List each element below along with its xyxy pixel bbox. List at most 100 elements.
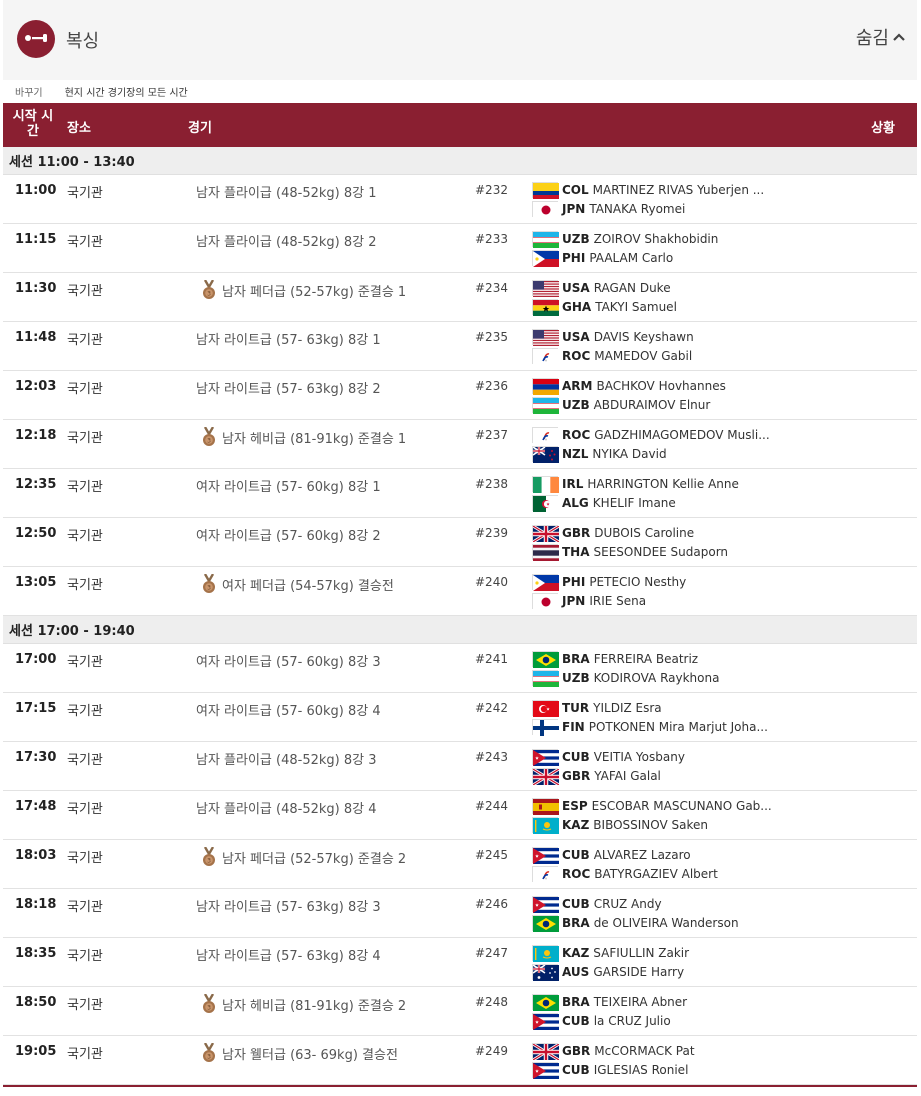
competitor[interactable]: UZB ZOIROV Shakhobidin: [532, 230, 782, 248]
competitor[interactable]: TUR YILDIZ Esra: [532, 699, 782, 717]
match-event: 3 여자 페더급 (54-57kg) 결승전: [196, 573, 394, 594]
table-row[interactable]: 12:18 국기관 3 남자 헤비급 (81-91kg) 준결승 1 #237 ROC GA…: [3, 420, 917, 469]
table-row[interactable]: 11:00 국기관 남자 플라이급 (48-52kg) 8강 1 #232 COL MAR…: [3, 175, 917, 224]
athlete-name: MAMEDOV Gabil: [594, 349, 693, 363]
athlete-name: PAALAM Carlo: [589, 251, 674, 265]
table-row[interactable]: 18:35 국기관 남자 라이트급 (57- 63kg) 8강 4 #247 KAZ SA…: [3, 938, 917, 987]
competitor[interactable]: GBR McCORMACK Pat: [532, 1042, 782, 1060]
country-code: IRL: [562, 477, 584, 491]
competitor[interactable]: BRA FERREIRA Beatriz: [532, 650, 782, 668]
table-row[interactable]: 11:48 국기관 남자 라이트급 (57- 63kg) 8강 1 #235 USA DA…: [3, 322, 917, 371]
competitor[interactable]: ALG KHELIF Imane: [532, 494, 782, 512]
table-row[interactable]: 12:03 국기관 남자 라이트급 (57- 63kg) 8강 2 #236 ARM BA…: [3, 371, 917, 420]
competitor[interactable]: KAZ BIBOSSINOV Saken: [532, 816, 782, 834]
competitor[interactable]: THA SEESONDEE Sudaporn: [532, 543, 782, 561]
competitor[interactable]: ROC GADZHIMAGOMEDOV Musli...: [532, 426, 782, 444]
competitor[interactable]: ESP ESCOBAR MASCUNANO Gab...: [532, 797, 782, 815]
table-row[interactable]: 17:15 국기관 여자 라이트급 (57- 60kg) 8강 4 #242 TUR YI…: [3, 693, 917, 742]
event-label: 남자 웰터급 (63- 69kg) 결승전: [222, 1047, 398, 1063]
competitor[interactable]: FIN POTKONEN Mira Marjut Joha...: [532, 718, 782, 736]
competitor[interactable]: ARM BACHKOV Hovhannes: [532, 377, 782, 395]
athlete-name: la CRUZ Julio: [593, 1014, 671, 1028]
competitor[interactable]: ROC MAMEDOV Gabil: [532, 347, 782, 365]
athlete-name: DUBOIS Caroline: [594, 526, 695, 540]
table-row[interactable]: 18:18 국기관 남자 라이트급 (57- 63kg) 8강 3 #246 CUB CR…: [3, 889, 917, 938]
competitor[interactable]: COL MARTINEZ RIVAS Yuberjen ...: [532, 181, 782, 199]
competitor[interactable]: GBR YAFAI Galal: [532, 767, 782, 785]
table-row[interactable]: 12:35 국기관 여자 라이트급 (57- 60kg) 8강 1 #238 IRL HA…: [3, 469, 917, 518]
athlete-name: de OLIVEIRA Wanderson: [593, 916, 739, 930]
athlete-name: YILDIZ Esra: [593, 701, 662, 715]
match-time: 12:03: [15, 379, 57, 394]
country-code: GBR: [562, 526, 591, 540]
table-row[interactable]: 17:00 국기관 여자 라이트급 (57- 60kg) 8강 3 #241 BRA FE…: [3, 644, 917, 693]
table-row[interactable]: 18:50 국기관 3 남자 헤비급 (81-91kg) 준결승 2 #248 BRA TE…: [3, 987, 917, 1036]
event-label: 여자 라이트급 (57- 60kg) 8강 4: [196, 704, 381, 719]
match-time: 18:03: [15, 848, 57, 863]
irl-flag-icon: [532, 476, 559, 493]
match-number: #244: [475, 799, 508, 813]
competitor[interactable]: PHI PAALAM Carlo: [532, 249, 782, 267]
gha-flag-icon: [532, 299, 559, 316]
competitor[interactable]: USA DAVIS Keyshawn: [532, 328, 782, 346]
match-event: 3 남자 페더급 (52-57kg) 준결승 1: [196, 279, 406, 300]
table-row[interactable]: 17:30 국기관 남자 플라이급 (48-52kg) 8강 3 #243 CUB VEI…: [3, 742, 917, 791]
competitor[interactable]: IRL HARRINGTON Kellie Anne: [532, 475, 782, 493]
competitor[interactable]: AUS GARSIDE Harry: [532, 963, 782, 981]
roc-flag-icon: [532, 348, 559, 365]
match-number: #235: [475, 330, 508, 344]
match-venue: 국기관: [67, 382, 103, 397]
col-flag-icon: [532, 182, 559, 199]
athlete-name: KHELIF Imane: [592, 496, 676, 510]
table-row[interactable]: 12:50 국기관 여자 라이트급 (57- 60kg) 8강 2 #239 GBR DU…: [3, 518, 917, 567]
table-row[interactable]: 18:03 국기관 3 남자 페더급 (52-57kg) 준결승 2 #245 CUB AL…: [3, 840, 917, 889]
arm-flag-icon: [532, 378, 559, 395]
match-time: 19:05: [15, 1044, 57, 1059]
bra-flag-icon: [532, 994, 559, 1011]
country-code: FIN: [562, 720, 585, 734]
competitor[interactable]: CUB la CRUZ Julio: [532, 1012, 782, 1030]
event-label: 남자 플라이급 (48-52kg) 8강 4: [196, 802, 377, 817]
roc-flag-icon: [532, 866, 559, 883]
table-row[interactable]: 17:48 국기관 남자 플라이급 (48-52kg) 8강 4 #244 ESP ESC…: [3, 791, 917, 840]
competitor[interactable]: UZB ABDURAIMOV Elnur: [532, 396, 782, 414]
svg-text:3: 3: [207, 1054, 211, 1061]
competitor[interactable]: CUB ALVAREZ Lazaro: [532, 846, 782, 864]
usa-flag-icon: [532, 329, 559, 346]
timezone-change-link[interactable]: 바꾸기: [15, 84, 43, 99]
table-row[interactable]: 11:30 국기관 3 남자 페더급 (52-57kg) 준결승 1 #234 USA RA…: [3, 273, 917, 322]
match-venue: 국기관: [67, 529, 103, 544]
competitor[interactable]: GBR DUBOIS Caroline: [532, 524, 782, 542]
match-event: 3 남자 웰터급 (63- 69kg) 결승전: [196, 1042, 398, 1063]
table-row[interactable]: 19:05 국기관 3 남자 웰터급 (63- 69kg) 결승전 #249 GBR McC…: [3, 1036, 917, 1085]
competitor[interactable]: USA RAGAN Duke: [532, 279, 782, 297]
athlete-name: KODIROVA Raykhona: [593, 671, 720, 685]
match-time: 11:00: [15, 183, 57, 198]
athlete-name: HARRINGTON Kellie Anne: [587, 477, 739, 491]
match-time: 17:00: [15, 652, 57, 667]
competitor[interactable]: PHI PETECIO Nesthy: [532, 573, 782, 591]
competitor[interactable]: JPN IRIE Sena: [532, 592, 782, 610]
event-label: 여자 라이트급 (57- 60kg) 8강 2: [196, 529, 381, 544]
competitor[interactable]: GHA TAKYI Samuel: [532, 298, 782, 316]
competitor[interactable]: CUB CRUZ Andy: [532, 895, 782, 913]
competitor[interactable]: CUB IGLESIAS Roniel: [532, 1061, 782, 1079]
athlete-name: ZOIROV Shakhobidin: [593, 232, 719, 246]
country-code: AUS: [562, 965, 590, 979]
table-row[interactable]: 11:15 국기관 남자 플라이급 (48-52kg) 8강 2 #233 UZB ZOI…: [3, 224, 917, 273]
bronze-medal-icon: 3: [202, 573, 216, 594]
competitor[interactable]: NZL NYIKA David: [532, 445, 782, 463]
competitor[interactable]: BRA TEIXEIRA Abner: [532, 993, 782, 1011]
competitor[interactable]: CUB VEITIA Yosbany: [532, 748, 782, 766]
competitor[interactable]: ROC BATYRGAZIEV Albert: [532, 865, 782, 883]
competitor[interactable]: UZB KODIROVA Raykhona: [532, 669, 782, 687]
table-row[interactable]: 13:05 국기관 3 여자 페더급 (54-57kg) 결승전 #240 PHI PETE…: [3, 567, 917, 616]
competitor[interactable]: JPN TANAKA Ryomei: [532, 200, 782, 218]
competitor[interactable]: BRA de OLIVEIRA Wanderson: [532, 914, 782, 932]
athlete-name: BATYRGAZIEV Albert: [594, 867, 718, 881]
match-number: #242: [475, 701, 508, 715]
athlete-name: GADZHIMAGOMEDOV Musli...: [594, 428, 770, 442]
hide-toggle-button[interactable]: 숨김: [856, 24, 905, 50]
country-code: GBR: [562, 769, 591, 783]
competitor[interactable]: KAZ SAFIULLIN Zakir: [532, 944, 782, 962]
